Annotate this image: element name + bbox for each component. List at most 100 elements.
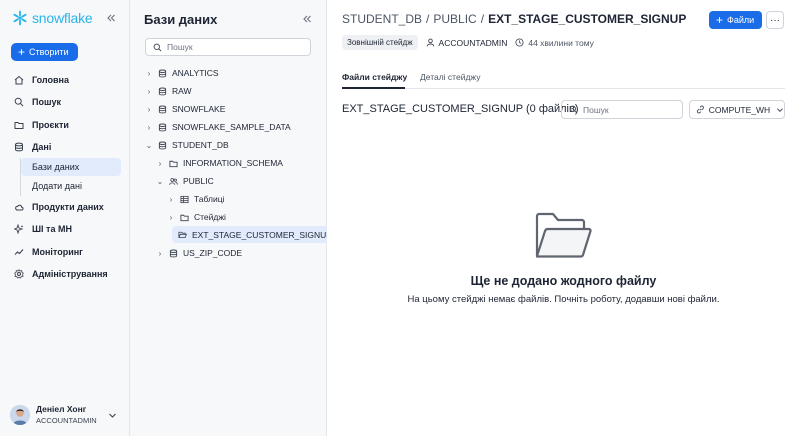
chevron-right-icon[interactable]: › — [167, 213, 175, 222]
updated-time: 44 хвилини тому — [528, 37, 594, 48]
empty-state-subtitle: На цьому стейджі немає файлів. Почніть р… — [407, 294, 720, 305]
chevron-down-icon[interactable] — [108, 411, 117, 420]
tree-node-analytics[interactable]: › ANALYTICS — [145, 65, 219, 81]
tree-node-student-db[interactable]: ⌄ STUDENT_DB — [145, 137, 229, 153]
breadcrumb-schema[interactable]: PUBLIC — [433, 12, 476, 26]
nav-item-data[interactable]: Дані — [14, 142, 51, 152]
tree-node-snowflake-sample-data[interactable]: › SNOWFLAKE_SAMPLE_DATA — [145, 119, 291, 135]
left-nav: snowflake + Створити Головна Пошук Проєк… — [0, 0, 130, 436]
tree-node-label: INFORMATION_SCHEMA — [183, 158, 283, 168]
panel-title: Бази даних — [144, 12, 218, 27]
search-placeholder: Пошук — [583, 104, 609, 115]
nav-item-label: Проєкти — [32, 120, 69, 130]
user-name: Деніел Хонг — [36, 404, 87, 414]
warehouse-select[interactable]: COMPUTE_WH — [689, 100, 785, 119]
database-icon — [158, 141, 167, 149]
nav-item-projects[interactable]: Проєкти — [14, 120, 69, 130]
tab-bar: Файли стейджу Деталі стейджу — [342, 67, 785, 89]
tree-node-us-zip-code[interactable]: › US_ZIP_CODE — [156, 245, 242, 261]
owner-info: ACCOUNTADMIN — [426, 38, 507, 48]
files-search-input[interactable]: Пошук — [561, 100, 683, 119]
database-icon — [15, 142, 23, 152]
cloud-icon — [15, 204, 24, 211]
breadcrumb-database[interactable]: STUDENT_DB — [342, 12, 422, 26]
empty-folder-icon — [534, 212, 592, 260]
more-icon: ··· — [770, 14, 780, 26]
folder-icon — [14, 122, 24, 129]
clock-icon — [515, 38, 524, 47]
nav-item-label: Головна — [32, 75, 69, 85]
breadcrumb-separator: / — [480, 12, 485, 26]
tree-node-label: Стейджі — [194, 212, 226, 222]
user-menu[interactable]: Деніел Хонг ACCOUNTADMIN — [10, 404, 97, 425]
search-icon — [14, 97, 24, 107]
active-tab-indicator — [342, 87, 405, 89]
sidebar-item-label: Додати дані — [32, 181, 82, 191]
nav-item-data-products[interactable]: Продукти даних — [14, 202, 104, 212]
users-icon — [169, 177, 178, 185]
create-label: Створити — [29, 47, 69, 57]
chevron-right-icon[interactable]: › — [156, 159, 164, 168]
sparkle-icon — [14, 224, 24, 234]
nav-item-search[interactable]: Пошук — [14, 97, 61, 107]
tab-stage-files[interactable]: Файли стейджу — [342, 72, 407, 82]
add-files-button[interactable]: + Файли — [709, 11, 762, 29]
link-icon — [696, 105, 704, 114]
tree-node-snowflake[interactable]: › SNOWFLAKE — [145, 101, 226, 117]
tree-node-label: SNOWFLAKE — [172, 104, 226, 114]
chevron-down-icon[interactable]: ⌄ — [156, 177, 164, 186]
stage-meta: Зовнішній стейдж ACCOUNTADMIN 44 хвилини… — [342, 35, 594, 50]
collapse-nav-icon[interactable] — [106, 13, 116, 23]
updated-info: 44 хвилини тому — [515, 38, 594, 48]
chevron-right-icon[interactable]: › — [145, 105, 153, 114]
stage-files-heading: EXT_STAGE_CUSTOMER_SIGNUP (0 файлів) — [342, 103, 579, 115]
tab-stage-details[interactable]: Деталі стейджу — [420, 72, 480, 82]
chevron-right-icon[interactable]: › — [145, 69, 153, 78]
breadcrumb: STUDENT_DB / PUBLIC / EXT_STAGE_CUSTOMER… — [342, 12, 686, 26]
snowflake-logo[interactable]: snowflake — [12, 10, 93, 26]
collapse-panel-icon[interactable] — [302, 14, 312, 24]
user-role: ACCOUNTADMIN — [36, 416, 97, 425]
nav-item-admin[interactable]: Адміністрування — [14, 269, 108, 279]
nav-item-ai-ml[interactable]: ШІ та МН — [14, 224, 72, 234]
chevron-right-icon[interactable]: › — [145, 123, 153, 132]
tree-node-tables[interactable]: › Таблиці — [167, 191, 225, 207]
folder-icon — [180, 214, 189, 221]
sidebar-item-add-data[interactable]: Додати дані — [21, 177, 121, 195]
tree-node-label: PUBLIC — [183, 176, 214, 186]
nav-item-label: Дані — [32, 142, 52, 152]
tree-node-label: SNOWFLAKE_SAMPLE_DATA — [172, 122, 291, 132]
nav-item-label: Продукти даних — [32, 202, 104, 212]
database-icon — [158, 69, 167, 77]
chevron-right-icon[interactable]: › — [145, 87, 153, 96]
tree-node-ext-stage-customer-signup[interactable]: EXT_STAGE_CUSTOMER_SIGNUP — [172, 226, 336, 243]
database-icon — [169, 249, 178, 257]
nav-item-monitoring[interactable]: Моніторинг — [14, 247, 83, 257]
table-icon — [180, 195, 189, 203]
chevron-right-icon[interactable]: › — [167, 195, 175, 204]
tree-node-information-schema[interactable]: › INFORMATION_SCHEMA — [156, 155, 283, 171]
snowflake-icon — [13, 10, 27, 26]
tree-node-label: RAW — [172, 86, 192, 96]
more-options-button[interactable]: ··· — [766, 11, 784, 29]
main-content: STUDENT_DB / PUBLIC / EXT_STAGE_CUSTOMER… — [327, 0, 800, 436]
search-icon — [153, 43, 162, 51]
create-button[interactable]: + Створити — [11, 43, 78, 61]
tree-node-public[interactable]: ⌄ PUBLIC — [156, 173, 214, 189]
database-icon — [158, 123, 167, 131]
tree-node-label: US_ZIP_CODE — [183, 248, 243, 258]
tree-search-input[interactable]: Пошук — [145, 38, 311, 56]
chevron-down-icon — [777, 107, 784, 112]
chevron-right-icon[interactable]: › — [156, 249, 164, 258]
warehouse-value: COMPUTE_WH — [708, 104, 771, 115]
sidebar-item-databases[interactable]: Бази даних — [21, 158, 121, 176]
search-icon — [569, 105, 578, 114]
tree-node-stages[interactable]: › Стейджі — [167, 209, 226, 225]
chevron-down-icon[interactable]: ⌄ — [145, 141, 153, 150]
database-icon — [158, 105, 167, 113]
logo-text: snowflake — [32, 10, 93, 26]
nav-item-home[interactable]: Головна — [14, 75, 69, 85]
avatar — [10, 404, 30, 425]
empty-state-title: Ще не додано жодного файлу — [470, 274, 657, 288]
tree-node-raw[interactable]: › RAW — [145, 83, 192, 99]
